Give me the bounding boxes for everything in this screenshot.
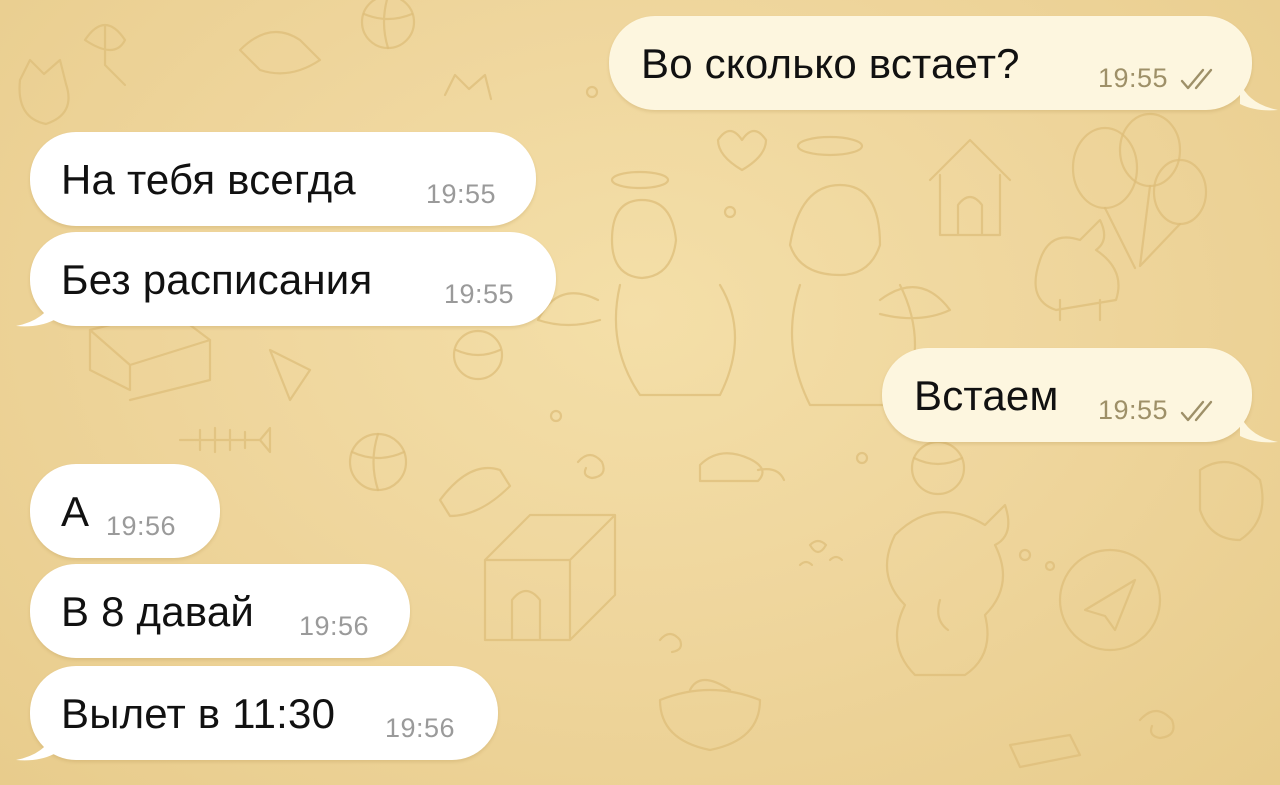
message-timestamp: 19:56 xyxy=(385,713,456,743)
message-text: Во сколько встает? xyxy=(641,40,1020,87)
message-text: На тебя всегда xyxy=(61,156,356,203)
message-text: Встаем xyxy=(914,372,1059,419)
message-bubble-incoming[interactable]: Вылет в 11:30 19:56 xyxy=(30,666,498,760)
message-timestamp: 19:56 xyxy=(299,611,370,641)
message-text: Вылет в 11:30 xyxy=(61,690,336,737)
message-timestamp: 19:55 xyxy=(426,179,497,209)
message-text: В 8 давай xyxy=(61,588,255,635)
double-check-icon xyxy=(1180,68,1213,90)
message-text: А xyxy=(61,488,90,535)
double-check-icon xyxy=(1180,400,1213,422)
message-bubble-incoming[interactable]: Без расписания 19:55 xyxy=(30,232,556,326)
message-bubble-incoming[interactable]: На тебя всегда 19:55 xyxy=(30,132,536,226)
message-timestamp: 19:55 xyxy=(1098,63,1169,93)
bubble-tail xyxy=(16,732,54,761)
message-bubble-incoming[interactable]: А 19:56 xyxy=(30,464,220,558)
message-text: Без расписания xyxy=(61,256,373,303)
message-timestamp: 19:55 xyxy=(1098,395,1169,425)
message-bubble-outgoing[interactable]: Во сколько встает? 19:55 xyxy=(609,16,1252,110)
message-bubble-outgoing[interactable]: Встаем 19:55 xyxy=(882,348,1252,442)
bubble-tail xyxy=(16,298,54,327)
bubble-tail xyxy=(1240,414,1278,443)
message-timestamp: 19:56 xyxy=(106,511,177,541)
bubble-tail xyxy=(1240,82,1278,111)
message-bubble-incoming[interactable]: В 8 давай 19:56 xyxy=(30,564,410,658)
message-timestamp: 19:55 xyxy=(444,279,515,309)
